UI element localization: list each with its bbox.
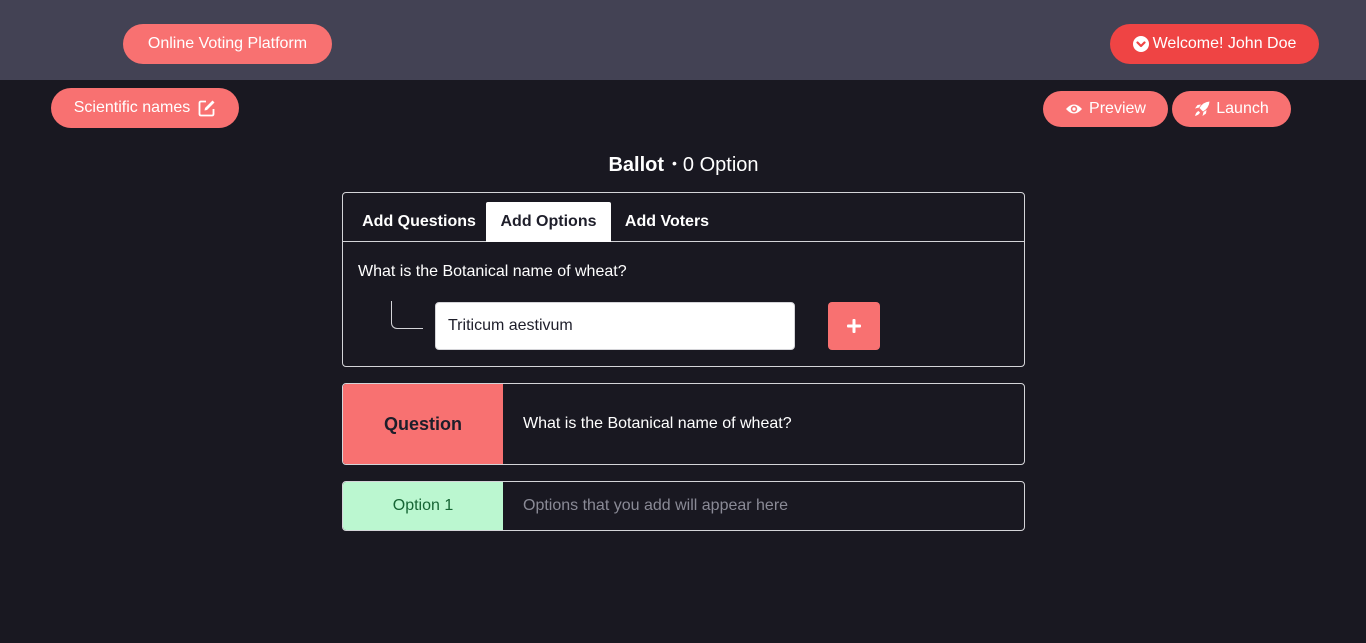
tree-connector [391, 301, 423, 329]
option-input[interactable] [435, 302, 795, 350]
chevron-circle-down-icon [1132, 36, 1149, 52]
ballot-name-button[interactable]: Scientific names [51, 88, 239, 128]
launch-button[interactable]: Launch [1172, 91, 1291, 127]
option-count: 0 Option [682, 153, 759, 176]
add-option-button[interactable] [828, 302, 880, 350]
question-row: Question What is the Botanical name of w… [342, 383, 1025, 465]
selected-question-text: What is the Botanical name of wheat? [358, 263, 627, 280]
ballot-heading: Ballot • 0 Option [342, 150, 1025, 180]
brand-label: Online Voting Platform [147, 35, 308, 52]
question-badge: Question [343, 384, 503, 464]
eye-icon [1065, 102, 1083, 116]
brand-button[interactable]: Online Voting Platform [123, 24, 332, 64]
question-text: What is the Botanical name of wheat? [523, 415, 792, 432]
option-placeholder-text: Options that you add will appear here [523, 497, 789, 514]
tab-add-questions[interactable]: Add Questions [351, 202, 487, 242]
option-row: Option 1 Options that you add will appea… [342, 481, 1025, 531]
tab-add-options[interactable]: Add Options [486, 202, 611, 242]
ballot-title: Ballot [608, 153, 665, 176]
welcome-label: Welcome! John Doe [1152, 35, 1297, 52]
separator-dot: • [672, 155, 677, 171]
editor-panel: Add Questions Add Options Add Voters Wha… [342, 192, 1025, 367]
option-badge: Option 1 [343, 482, 503, 530]
rocket-icon [1194, 101, 1210, 117]
preview-button[interactable]: Preview [1043, 91, 1168, 127]
user-welcome-button[interactable]: Welcome! John Doe [1110, 24, 1319, 64]
tab-add-voters[interactable]: Add Voters [617, 202, 717, 242]
launch-label: Launch [1216, 100, 1269, 117]
edit-icon [198, 99, 216, 117]
plus-icon [846, 318, 862, 334]
ballot-name-label: Scientific names [73, 99, 191, 116]
editor-tabs: Add Questions Add Options Add Voters [343, 193, 1024, 242]
preview-label: Preview [1089, 100, 1146, 117]
